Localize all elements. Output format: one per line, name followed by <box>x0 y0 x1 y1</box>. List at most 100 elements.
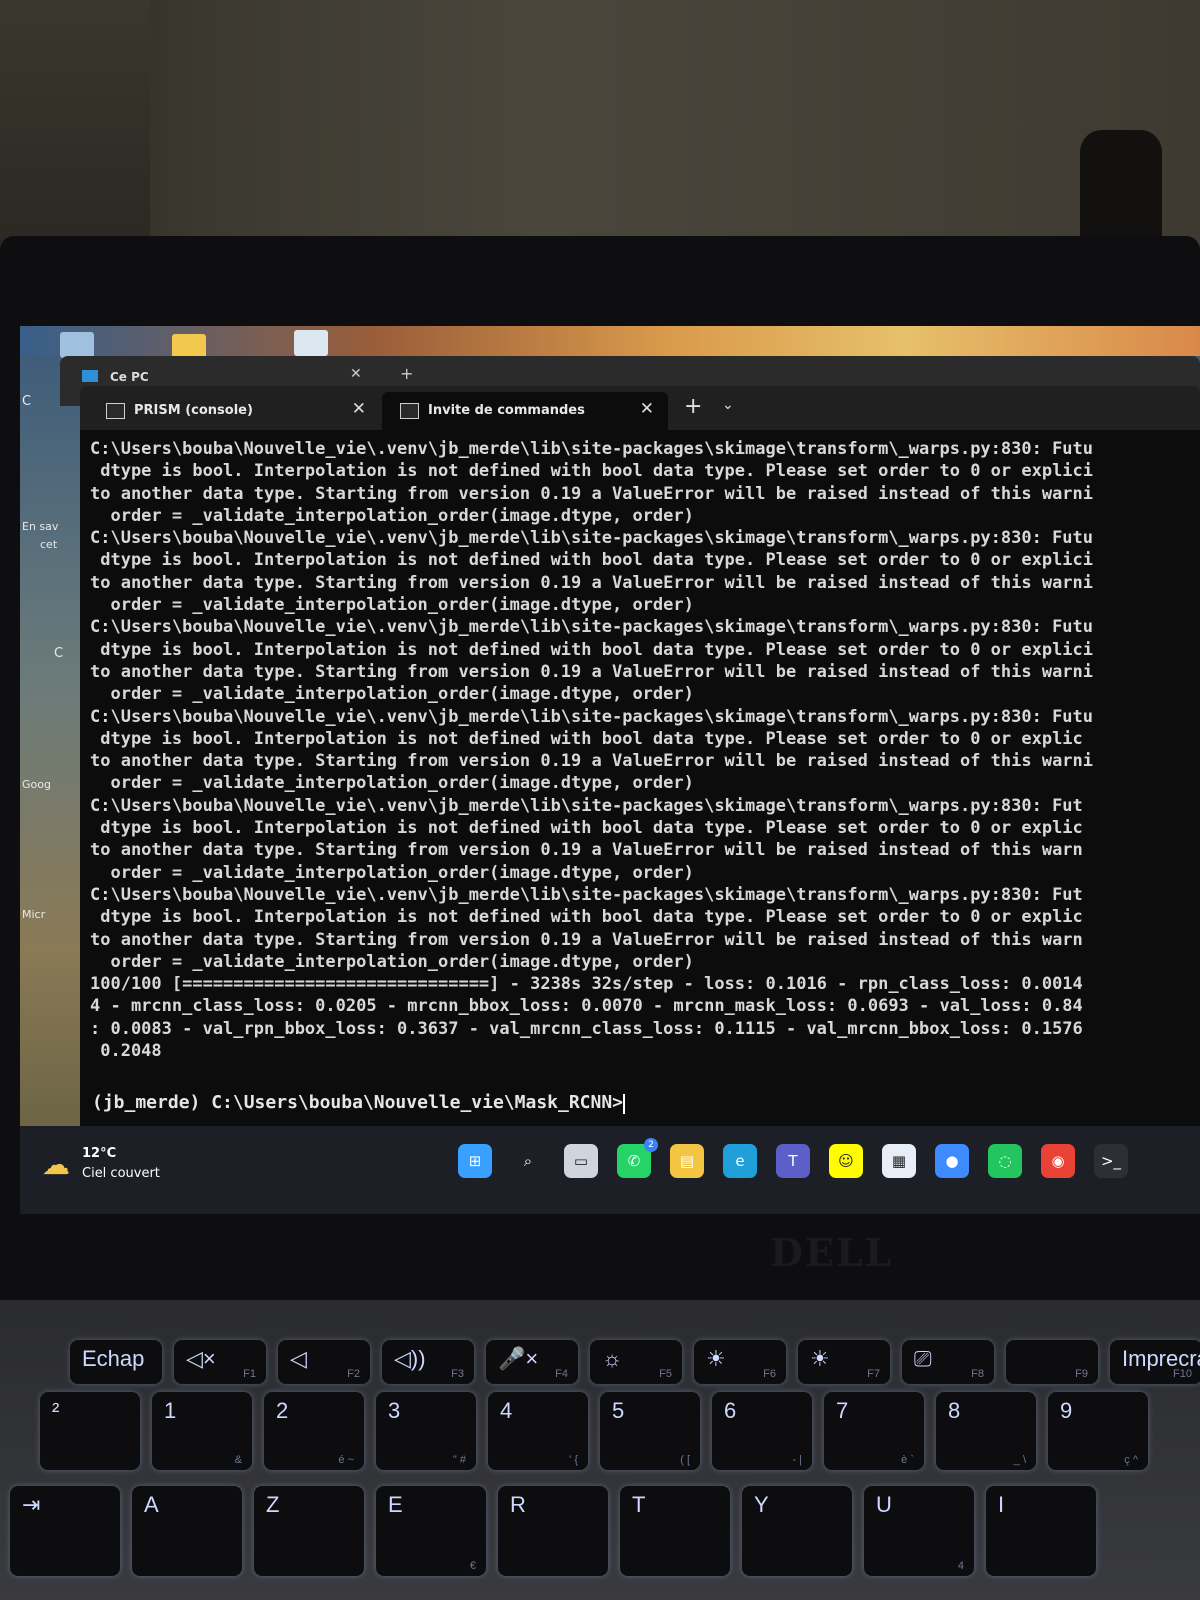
keyboard-key[interactable]: ☀ F6 <box>694 1340 786 1384</box>
key-label: 3 <box>388 1398 401 1423</box>
keyboard-key[interactable]: ⎚ F8 <box>902 1340 994 1384</box>
key-label: ◁× <box>186 1346 216 1371</box>
keyboard-key[interactable]: 5 ( [ <box>600 1392 700 1470</box>
keyboard-key[interactable]: U4 <box>864 1486 974 1576</box>
task-view-button[interactable]: ▭ <box>564 1144 598 1178</box>
start-button[interactable]: ⊞ <box>458 1144 492 1178</box>
key-label: 5 <box>612 1398 625 1423</box>
keyboard-key[interactable]: 🎤× F4 <box>486 1340 578 1384</box>
desktop-icon-recycle[interactable] <box>60 332 94 358</box>
weather-cloud-icon[interactable]: ☁ <box>42 1148 70 1181</box>
keyboard-key[interactable]: F9 <box>1006 1340 1098 1384</box>
terminal-window[interactable]: PRISM (console) ✕ Invite de commandes ✕ … <box>80 386 1200 1151</box>
key-sublabel: F9 <box>1075 1368 1088 1380</box>
weather-temperature[interactable]: 12°C <box>82 1146 116 1161</box>
keyboard-key[interactable]: ImprecranF10 <box>1110 1340 1200 1384</box>
keyboard-key[interactable]: Echap <box>70 1340 162 1384</box>
keyboard-key[interactable]: A <box>132 1486 242 1576</box>
console-line: dtype is bool. Interpolation is not defi… <box>90 818 1083 839</box>
desktop-label: cet <box>40 538 58 551</box>
keyboard-key[interactable]: ◁ F2 <box>278 1340 370 1384</box>
key-sublabel: _ \ <box>1013 1454 1026 1466</box>
keyboard-key[interactable]: 2 é ~ <box>264 1392 364 1470</box>
refresh-app[interactable]: ◌ <box>988 1144 1022 1178</box>
key-sublabel: ' { <box>569 1454 578 1466</box>
desktop-icon-document[interactable] <box>294 330 328 356</box>
keyboard-key[interactable]: ⇥ <box>10 1486 120 1576</box>
key-label: ☀ <box>810 1346 830 1371</box>
keyboard-key[interactable]: 8 _ \ <box>936 1392 1036 1470</box>
key-label: ◁)) <box>394 1346 426 1371</box>
console-line: dtype is bool. Interpolation is not defi… <box>90 639 1094 660</box>
snapchat-app[interactable]: ☺ <box>829 1144 863 1178</box>
key-label: U <box>876 1492 892 1517</box>
keyboard-key[interactable]: 7 è ` <box>824 1392 924 1470</box>
chevron-down-icon[interactable]: ⌄ <box>722 397 734 413</box>
console-line: C:\Users\bouba\Nouvelle_vie\.venv\jb_mer… <box>90 528 1094 549</box>
keyboard-key[interactable]: T <box>620 1486 730 1576</box>
keyboard-key[interactable]: ☼ F5 <box>590 1340 682 1384</box>
keyboard-key[interactable]: 4 ' { <box>488 1392 588 1470</box>
key-label: 2 <box>276 1398 289 1423</box>
desktop-label: C <box>22 394 32 409</box>
key-sublabel: F6 <box>763 1368 776 1380</box>
console-icon <box>106 403 125 419</box>
new-tab-icon[interactable]: + <box>400 364 413 383</box>
console-output[interactable]: C:\Users\bouba\Nouvelle_vie\.venv\jb_mer… <box>90 438 1200 1138</box>
key-sublabel: € <box>469 1560 476 1572</box>
new-tab-button[interactable]: + <box>684 394 702 419</box>
terminal-app[interactable]: >_ <box>1094 1144 1128 1178</box>
console-line: to another data type. Starting from vers… <box>90 483 1094 504</box>
keyboard-key[interactable]: E € <box>376 1486 486 1576</box>
keyboard-key[interactable]: 9 ç ^ <box>1048 1392 1148 1470</box>
keyboard-key[interactable]: Y <box>742 1486 852 1576</box>
desktop-label: Goog <box>22 778 51 791</box>
key-label: R <box>510 1492 526 1517</box>
chrome-app[interactable]: ◉ <box>1041 1144 1075 1178</box>
key-label: T <box>632 1492 646 1517</box>
key-label: A <box>144 1492 159 1517</box>
keyboard-key[interactable]: ◁× F1 <box>174 1340 266 1384</box>
keyboard-key[interactable]: I <box>986 1486 1096 1576</box>
file-explorer-app[interactable]: ▤ <box>670 1144 704 1178</box>
console-line: to another data type. Starting from vers… <box>90 572 1094 593</box>
key-sublabel: F10 <box>1173 1368 1192 1380</box>
laptop-screen: C En sav cet C Goog Micr Ce PC ✕ + PRISM… <box>20 326 1200 1214</box>
keyboard-key[interactable]: R <box>498 1486 608 1576</box>
teams-app[interactable]: T <box>776 1144 810 1178</box>
close-icon[interactable]: ✕ <box>352 399 366 419</box>
keyboard-key[interactable]: 1 & <box>152 1392 252 1470</box>
key-label: ⇥ <box>22 1492 41 1517</box>
console-line: 0.2048 <box>90 1041 162 1062</box>
console-line: dtype is bool. Interpolation is not defi… <box>90 550 1094 571</box>
console-line: dtype is bool. Interpolation is not defi… <box>90 728 1083 749</box>
tab-prism-console[interactable]: PRISM (console) ✕ <box>88 392 380 430</box>
tab-command-prompt[interactable]: Invite de commandes ✕ <box>382 392 668 430</box>
people-app[interactable]: ● <box>935 1144 969 1178</box>
key-label: ⎚ <box>914 1346 932 1371</box>
console-line: : 0.0083 - val_rpn_bbox_loss: 0.3637 - v… <box>90 1018 1083 1039</box>
search-button[interactable]: ⌕ <box>511 1144 545 1178</box>
key-sublabel: è ` <box>901 1454 914 1466</box>
text-cursor <box>623 1093 626 1114</box>
keyboard-key[interactable]: ◁)) F3 <box>382 1340 474 1384</box>
keyboard-key[interactable]: ² <box>40 1392 140 1470</box>
console-line: C:\Users\bouba\Nouvelle_vie\.venv\jb_mer… <box>90 884 1083 905</box>
background-window-tab-label: Ce PC <box>110 370 149 384</box>
close-icon[interactable]: ✕ <box>640 399 654 419</box>
key-sublabel: F3 <box>451 1368 464 1380</box>
keyboard-key[interactable]: Z <box>254 1486 364 1576</box>
close-icon[interactable]: ✕ <box>350 366 362 382</box>
store-app[interactable]: ▦ <box>882 1144 916 1178</box>
command-prompt[interactable]: (jb_merde) C:\Users\bouba\Nouvelle_vie\M… <box>92 1092 626 1114</box>
wall-background <box>0 0 1200 250</box>
weather-condition[interactable]: Ciel couvert <box>82 1166 160 1181</box>
edge-app[interactable]: e <box>723 1144 757 1178</box>
keyboard-key[interactable]: 3 " # <box>376 1392 476 1470</box>
keyboard-key[interactable]: ☀ F7 <box>798 1340 890 1384</box>
key-label: 1 <box>164 1398 177 1423</box>
key-label: 9 <box>1060 1398 1073 1423</box>
keyboard-key[interactable]: 6 - | <box>712 1392 812 1470</box>
key-sublabel: ç ^ <box>1124 1454 1138 1466</box>
key-sublabel: 4 <box>957 1560 964 1572</box>
